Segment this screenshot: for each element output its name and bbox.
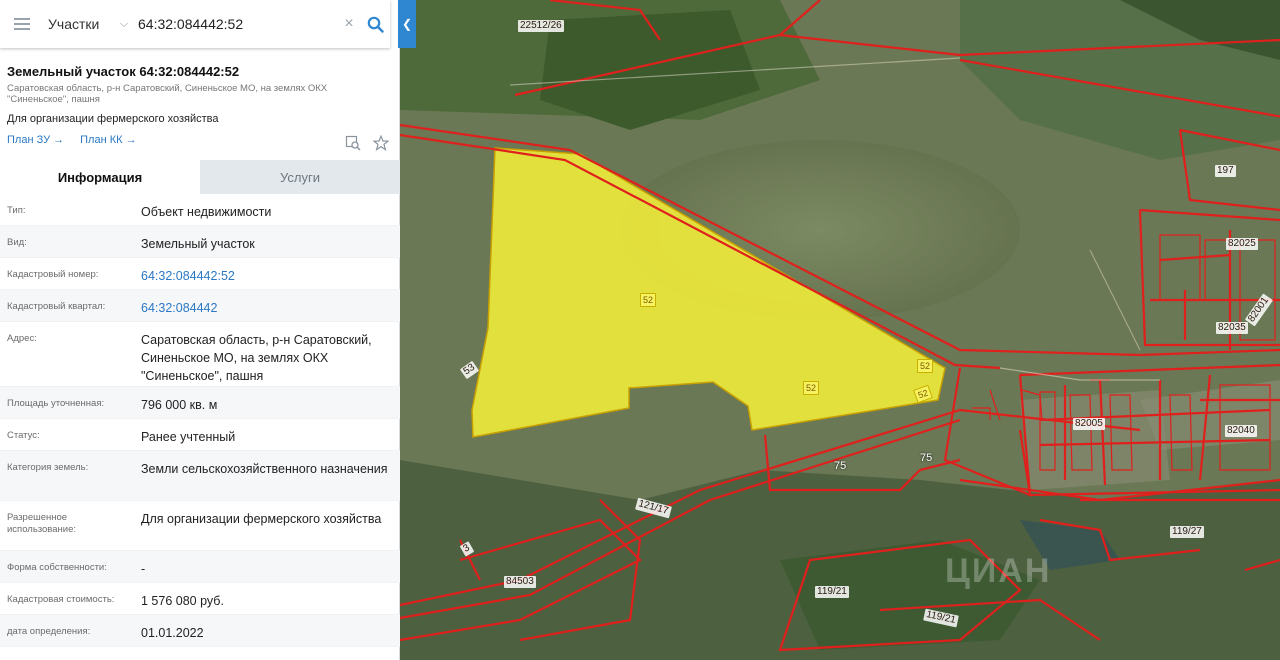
row-value: Для организации фермерского хозяйства [141, 512, 382, 526]
row-key: Форма собственности: [7, 562, 107, 573]
table-row: Форма собственности: - [0, 551, 400, 583]
map-label: 119/27 [1170, 526, 1204, 538]
row-key: Статус: [7, 430, 40, 441]
map-label: 82005 [1073, 418, 1105, 430]
row-value[interactable]: 64:32:084442 [133, 290, 395, 321]
page-title: Земельный участок 64:32:084442:52 [7, 64, 240, 79]
tab-information[interactable]: Информация [0, 160, 200, 194]
row-value: 796 000 кв. м [141, 398, 218, 412]
plan-links: План ЗУ → План КК → [7, 134, 392, 146]
map-label: 22512/26 [518, 20, 564, 32]
collapse-panel-button[interactable]: ❮ [398, 0, 416, 48]
row-value: Земельный участок [141, 237, 255, 251]
row-value: 1 576 080 руб. [141, 594, 224, 608]
menu-icon[interactable] [0, 0, 44, 48]
plan-zu-link[interactable]: План ЗУ → [7, 134, 64, 146]
search-button[interactable] [360, 0, 390, 48]
row-value: Объект недвижимости [141, 205, 272, 219]
table-row: Разрешенное использование: Для организаци… [0, 501, 400, 551]
zoom-to-parcel-icon[interactable] [345, 135, 361, 151]
row-key: Разрешенное использование: [7, 512, 77, 535]
table-row: Категория земель: Земли сельскохозяйствен… [0, 451, 400, 501]
map-label: 119/21 [815, 586, 849, 598]
row-value: Саратовская область, р-н Саратовский, Си… [141, 333, 372, 383]
row-key: Кадастровый номер: [7, 269, 99, 280]
map-label: 52 [917, 359, 934, 373]
row-value[interactable]: 64:32:084442:52 [133, 258, 395, 289]
tab-bar: Информация Услуги [0, 160, 400, 194]
map-label: 84503 [504, 576, 536, 588]
plan-kk-link[interactable]: План КК → [80, 134, 136, 146]
table-row: Статус: Ранее учтенный [0, 419, 400, 451]
map-label: 75 [920, 452, 933, 464]
parcel-header: Земельный участок 64:32:084442:52 Сарато… [7, 64, 392, 146]
row-key: дата определения: [7, 626, 91, 637]
cadastral-map[interactable]: 22512/26 197 82025 82001 82035 52 52 52 … [400, 0, 1280, 660]
row-key: Площадь уточненная: [7, 398, 105, 409]
row-value: Земли сельскохозяйственного назначения [141, 462, 388, 476]
table-row: Адрес: Саратовская область, р-н Саратовск… [0, 322, 400, 387]
row-key: Тип: [7, 205, 26, 216]
row-key: Адрес: [7, 333, 37, 344]
tab-services[interactable]: Услуги [200, 160, 400, 194]
row-value: 01.01.2022 [141, 626, 204, 640]
table-row: Вид: Земельный участок [0, 226, 400, 258]
row-key: Кадастровая стоимость: [7, 594, 115, 605]
table-row: Кадастровая стоимость: 1 576 080 руб. [0, 583, 400, 615]
map-label: 52 [803, 381, 820, 395]
table-row: дата определения: 01.01.2022 [0, 615, 400, 647]
map-label: 75 [834, 460, 847, 472]
map-label: 82035 [1216, 322, 1248, 334]
table-row: Кадастровый квартал: 64:32:084442 [0, 290, 400, 322]
watermark: ЦИАН [945, 552, 1052, 590]
settlement-area [1020, 390, 1170, 490]
map-label: 82025 [1226, 238, 1258, 250]
row-key: Категория земель: [7, 462, 89, 473]
table-row: Кадастровый номер: 64:32:084442:52 [0, 258, 400, 290]
table-row: Тип: Объект недвижимости [0, 194, 400, 226]
search-category-select[interactable]: Участки [44, 16, 114, 32]
row-key: Кадастровый квартал: [7, 301, 106, 312]
parcel-tools [345, 135, 389, 151]
star-icon[interactable] [373, 135, 389, 151]
parcel-address: Саратовская область, р-н Саратовский, Си… [7, 83, 328, 105]
map-label: 82040 [1225, 425, 1257, 437]
parcel-usage: Для организации фермерского хозяйства [7, 113, 219, 125]
map-canvas[interactable] [400, 0, 1280, 660]
close-icon[interactable]: × [338, 15, 360, 33]
table-row: Площадь уточненная: 796 000 кв. м [0, 387, 400, 419]
info-sidebar: Участки ⌵ 64:32:084442:52 × ❮ Земельный … [0, 0, 416, 660]
chevron-down-icon[interactable]: ⌵ [114, 18, 134, 31]
row-key: Вид: [7, 237, 27, 248]
map-label: 197 [1215, 165, 1236, 177]
search-icon [367, 16, 384, 33]
search-input[interactable]: 64:32:084442:52 [134, 16, 338, 32]
row-value: Ранее учтенный [141, 430, 236, 444]
chevron-left-icon: ❮ [401, 17, 413, 31]
map-label: 52 [640, 293, 657, 307]
info-table: Тип: Объект недвижимости Вид: Земельный уча… [0, 194, 400, 647]
search-bar: Участки ⌵ 64:32:084442:52 × [0, 0, 390, 48]
row-value: - [141, 562, 146, 576]
